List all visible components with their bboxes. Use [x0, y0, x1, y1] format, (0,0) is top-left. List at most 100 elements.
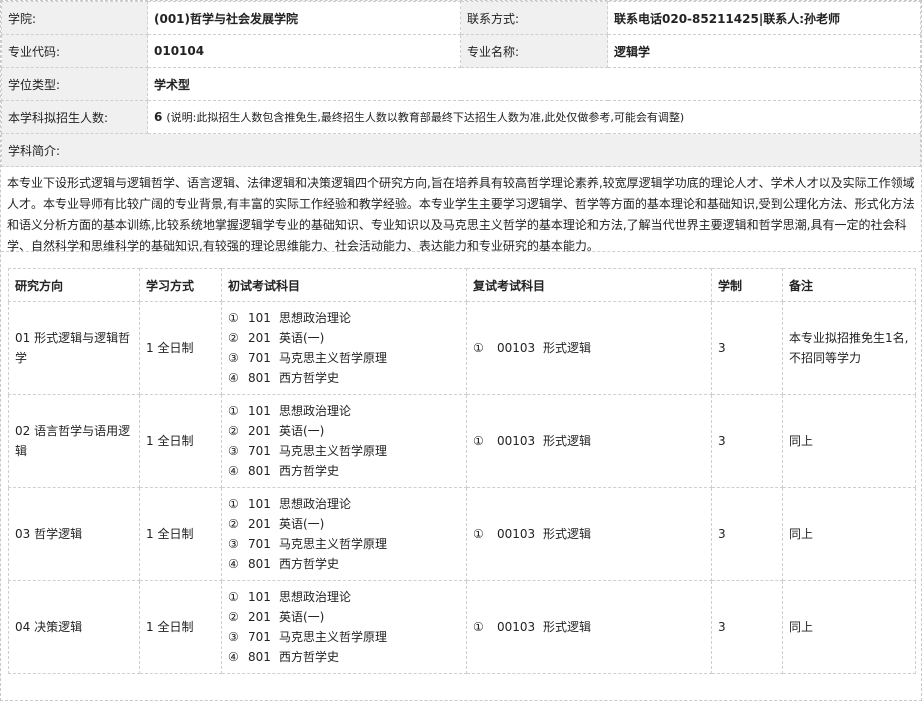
subject-number: ④ [228, 557, 239, 571]
enroll-cell: 6 (说明:此拟招生人数包含推免生,最终招生人数以教育部最终下达招生人数为准,此处… [147, 100, 921, 134]
college-value: (001)哲学与社会发展学院 [147, 1, 461, 35]
subject-code: 801 [248, 650, 271, 664]
subject-item: ① 101 思想政治理论 [228, 587, 460, 607]
subject-item: ③ 701 马克思主义哲学原理 [228, 534, 460, 554]
subject-code: 101 [248, 590, 271, 604]
subject-code: 701 [248, 444, 271, 458]
major-detail-panel: 学院: (001)哲学与社会发展学院 联系方式: 联系电话020-8521142… [0, 0, 922, 701]
major-name-value: 逻辑学 [607, 34, 921, 68]
enroll-value: 6 [154, 110, 163, 124]
subject-code: 801 [248, 464, 271, 478]
table-header-row: 研究方向 学习方式 初试考试科目 复试考试科目 学制 备注 [8, 268, 916, 302]
subject-item: ① 101 思想政治理论 [228, 401, 460, 421]
header-initial-subjects: 初试考试科目 [221, 268, 467, 302]
retest-subject-cell: ① 00103 形式逻辑 [466, 580, 712, 674]
degree-type-value: 学术型 [147, 67, 921, 101]
years-cell: 3 [711, 394, 783, 488]
subject-name: 英语(一) [279, 424, 325, 438]
subject-name: 英语(一) [279, 517, 325, 531]
subject-item: ② 201 英语(一) [228, 607, 460, 627]
subject-number: ③ [228, 630, 239, 644]
retest-name: 形式逻辑 [543, 341, 592, 355]
contact-label: 联系方式: [460, 1, 608, 35]
subject-number: ② [228, 517, 239, 531]
initial-subjects-cell: ① 101 思想政治理论 ② 201 英语(一) ③ 701 马克思主义哲学原理 ④ 801 西方哲学… [221, 301, 467, 395]
table-row: 01 形式逻辑与逻辑哲学 1 全日制 ① 101 思想政治理论 ② 201 英语(一) ③ 701… [8, 301, 916, 395]
subject-name: 马克思主义哲学原理 [279, 444, 388, 458]
subject-item: ③ 701 马克思主义哲学原理 [228, 441, 460, 461]
research-direction-table: 研究方向 学习方式 初试考试科目 复试考试科目 学制 备注 01 形式逻辑与逻辑… [8, 268, 916, 674]
subject-name: 西方哲学史 [279, 557, 340, 571]
subject-number: ③ [228, 351, 239, 365]
subject-item: ① 101 思想政治理论 [228, 494, 460, 514]
subject-name: 思想政治理论 [279, 311, 352, 325]
subject-item: ② 201 英语(一) [228, 514, 460, 534]
subject-item: ① 101 思想政治理论 [228, 308, 460, 328]
subject-name: 马克思主义哲学原理 [279, 630, 388, 644]
subject-code: 101 [248, 311, 271, 325]
remark-cell: 同上 [782, 580, 916, 674]
subject-number: ④ [228, 371, 239, 385]
years-cell: 3 [711, 487, 783, 581]
degree-type-label: 学位类型: [1, 67, 148, 101]
header-years: 学制 [711, 268, 783, 302]
subject-number: ③ [228, 444, 239, 458]
subject-name: 英语(一) [279, 610, 325, 624]
remark-cell: 同上 [782, 487, 916, 581]
direction-cell: 02 语言哲学与语用逻辑 [8, 394, 140, 488]
header-remark: 备注 [782, 268, 916, 302]
subject-item: ③ 701 马克思主义哲学原理 [228, 348, 460, 368]
subject-code: 201 [248, 517, 271, 531]
major-code-label: 专业代码: [1, 34, 148, 68]
subject-name: 马克思主义哲学原理 [279, 537, 388, 551]
remark-cell: 同上 [782, 394, 916, 488]
subject-code: 701 [248, 351, 271, 365]
retest-code: 00103 [497, 527, 536, 541]
intro-label: 学科简介: [1, 133, 921, 167]
subject-code: 201 [248, 424, 271, 438]
retest-name: 形式逻辑 [543, 434, 592, 448]
subject-code: 801 [248, 557, 271, 571]
initial-subjects-cell: ① 101 思想政治理论 ② 201 英语(一) ③ 701 马克思主义哲学原理 ④ 801 西方哲学… [221, 580, 467, 674]
retest-number: ① [473, 434, 484, 448]
enroll-note: (说明:此拟招生人数包含推免生,最终招生人数以教育部最终下达招生人数为准,此处仅… [166, 111, 685, 124]
subject-item: ② 201 英语(一) [228, 328, 460, 348]
subject-number: ① [228, 590, 239, 604]
direction-cell: 01 形式逻辑与逻辑哲学 [8, 301, 140, 395]
major-code-value: 010104 [147, 34, 461, 68]
info-row-intro-label: 学科简介: [1, 133, 921, 167]
remark-cell: 本专业拟招推免生1名,不招同等学力 [782, 301, 916, 395]
retest-subject-cell: ① 00103 形式逻辑 [466, 487, 712, 581]
info-row-enroll: 本学科拟招生人数: 6 (说明:此拟招生人数包含推免生,最终招生人数以教育部最终下… [1, 100, 921, 134]
retest-number: ① [473, 527, 484, 541]
header-direction: 研究方向 [8, 268, 140, 302]
subject-item: ② 201 英语(一) [228, 421, 460, 441]
subject-name: 西方哲学史 [279, 371, 340, 385]
subject-code: 801 [248, 371, 271, 385]
retest-subject-cell: ① 00103 形式逻辑 [466, 394, 712, 488]
subject-code: 701 [248, 537, 271, 551]
retest-number: ① [473, 341, 484, 355]
subject-code: 201 [248, 610, 271, 624]
subject-number: ② [228, 610, 239, 624]
subject-name: 思想政治理论 [279, 590, 352, 604]
subject-code: 101 [248, 497, 271, 511]
mode-cell: 1 全日制 [139, 580, 222, 674]
subject-item: ④ 801 西方哲学史 [228, 554, 460, 574]
direction-cell: 03 哲学逻辑 [8, 487, 140, 581]
subject-number: ① [228, 311, 239, 325]
subject-item: ④ 801 西方哲学史 [228, 647, 460, 667]
mode-cell: 1 全日制 [139, 487, 222, 581]
header-retest-subjects: 复试考试科目 [466, 268, 712, 302]
subject-item: ④ 801 西方哲学史 [228, 461, 460, 481]
subject-number: ① [228, 497, 239, 511]
subject-name: 英语(一) [279, 331, 325, 345]
direction-cell: 04 决策逻辑 [8, 580, 140, 674]
subject-name: 马克思主义哲学原理 [279, 351, 388, 365]
subject-item: ③ 701 马克思主义哲学原理 [228, 627, 460, 647]
info-row-college: 学院: (001)哲学与社会发展学院 联系方式: 联系电话020-8521142… [1, 1, 921, 35]
intro-text: 本专业下设形式逻辑与逻辑哲学、语言逻辑、法律逻辑和决策逻辑四个研究方向,旨在培养… [1, 167, 921, 253]
subject-code: 201 [248, 331, 271, 345]
initial-subjects-cell: ① 101 思想政治理论 ② 201 英语(一) ③ 701 马克思主义哲学原理 ④ 801 西方哲学… [221, 487, 467, 581]
table-row: 04 决策逻辑 1 全日制 ① 101 思想政治理论 ② 201 英语(一) ③ 701 马克思主义… [8, 580, 916, 674]
